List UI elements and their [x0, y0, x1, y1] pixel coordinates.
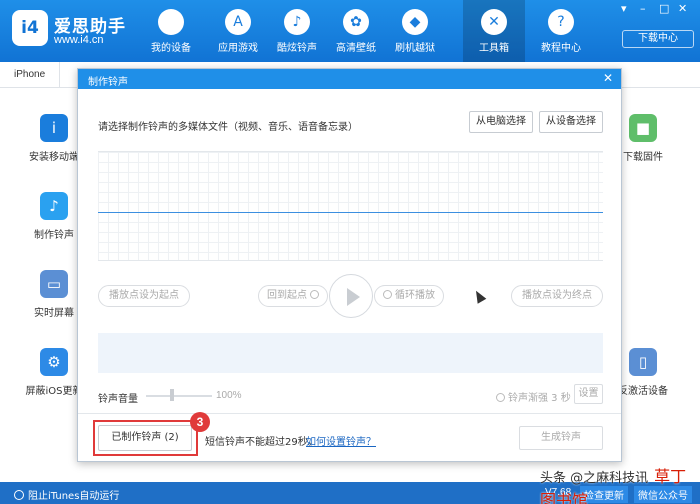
nav-my-device[interactable]: 我的设备 [140, 0, 202, 62]
menu-icon[interactable]: ▾ [621, 2, 627, 15]
file-info-panel [98, 333, 603, 373]
download-center-button[interactable]: 下载中心 [622, 30, 694, 48]
nav-apps-games[interactable]: A 应用游戏 [207, 0, 269, 62]
tool-label: 制作铃声 [34, 230, 74, 241]
apple-icon [158, 9, 184, 35]
tutorial-icon: ? [548, 9, 574, 35]
tool-label: 安装移动端 [29, 152, 79, 163]
i4-logo: i4 [12, 10, 48, 46]
nav-tutorials[interactable]: ? 教程中心 [530, 0, 592, 62]
tablet-icon: ▯ [629, 348, 657, 376]
gear-icon: ⚙ [40, 348, 68, 376]
set-end-point-button[interactable]: 播放点设为终点 [511, 285, 603, 307]
flower-icon: ✿ [343, 9, 369, 35]
watermark-left: 头条 @之麻科技讯 [540, 471, 649, 486]
close-icon[interactable]: ✕ [601, 71, 615, 85]
play-button[interactable] [329, 274, 373, 318]
sms-length-note: 短信铃声不能超过29秒。 [205, 437, 318, 448]
play-icon [347, 288, 360, 306]
tab-iphone[interactable]: iPhone [0, 62, 61, 88]
app-store-icon: A [225, 9, 251, 35]
bell-icon: ♪ [40, 192, 68, 220]
watermark: 头条 @之麻科技讯 草丁图书馆 [540, 463, 700, 504]
dialog-title: 制作铃声 [88, 77, 128, 88]
tool-label: 反激活设备 [618, 386, 668, 397]
nav-label: 教程中心 [541, 43, 581, 54]
loop-play-toggle[interactable]: 循环播放 [374, 285, 444, 307]
minimize-icon[interactable]: – [640, 2, 646, 15]
waveform-area[interactable] [98, 151, 603, 261]
nav-label: 工具箱 [479, 43, 509, 54]
make-ringtone-dialog: 制作铃声 ✕ 请选择制作铃声的多媒体文件（视频、音乐、语音备忘录） 从电脑选择 … [77, 68, 622, 462]
generate-ringtone-button[interactable]: 生成铃声 [519, 426, 603, 450]
fade-in-option[interactable]: 铃声渐强 3 秒 [496, 389, 571, 404]
close-icon[interactable]: ✕ [678, 2, 687, 15]
volume-slider-thumb[interactable] [170, 389, 174, 401]
back-to-start-button[interactable]: 回到起点 [258, 285, 328, 307]
tool-label: 实时屏幕 [34, 308, 74, 319]
bell-icon: ♪ [284, 9, 310, 35]
volume-label: 铃声音量 [98, 394, 138, 405]
nav-ringtones[interactable]: ♪ 酷炫铃声 [266, 0, 328, 62]
fade-in-label: 铃声渐强 3 秒 [508, 393, 571, 404]
highlight-annotation [93, 420, 198, 456]
top-bar: i4 爱思助手 www.i4.cn 我的设备 A 应用游戏 ♪ 酷炫铃声 ✿ 高… [0, 0, 700, 62]
tool-label: 下载固件 [623, 152, 663, 163]
maximize-icon[interactable]: □ [659, 2, 669, 15]
nav-toolbox[interactable]: ✕ 工具箱 [463, 0, 525, 62]
fade-in-checkbox[interactable] [496, 393, 505, 402]
how-to-set-ringtone-link[interactable]: 如何设置铃声？ [306, 433, 376, 448]
cube-icon: ■ [629, 114, 657, 142]
tools-icon: ✕ [481, 9, 507, 35]
nav-label: 应用游戏 [218, 43, 258, 54]
brand-url: www.i4.cn [54, 34, 104, 46]
monitor-icon: ▭ [40, 270, 68, 298]
step-badge: 3 [190, 412, 210, 432]
nav-flash-jailbreak[interactable]: ◆ 刷机越狱 [384, 0, 446, 62]
rewind-icon [310, 290, 319, 299]
nav-label: 我的设备 [151, 43, 191, 54]
volume-percent: 100% [216, 390, 242, 401]
waveform-baseline [98, 212, 603, 213]
loop-play-label: 循环播放 [395, 290, 435, 301]
tool-label: 屏蔽iOS更新 [25, 386, 83, 397]
nav-label: 高清壁纸 [336, 43, 376, 54]
nav-label: 酷炫铃声 [277, 43, 317, 54]
fade-settings-button[interactable]: 设置 [574, 384, 603, 404]
nav-wallpapers[interactable]: ✿ 高清壁纸 [325, 0, 387, 62]
block-icon [14, 490, 24, 500]
block-itunes-label: 阻止iTunes自动运行 [28, 491, 120, 502]
block-itunes-option[interactable]: 阻止iTunes自动运行 [14, 487, 119, 502]
volume-slider-track[interactable] [146, 395, 212, 397]
check-icon [383, 290, 392, 299]
select-from-pc-button[interactable]: 从电脑选择 [469, 111, 533, 133]
back-to-start-label: 回到起点 [267, 290, 307, 301]
dialog-header: 制作铃声 ✕ [78, 69, 621, 89]
set-start-point-button[interactable]: 播放点设为起点 [98, 285, 190, 307]
footer-divider [78, 413, 621, 414]
dropbox-icon: ◆ [402, 9, 428, 35]
nav-label: 刷机越狱 [395, 43, 435, 54]
i4-app-icon: i [40, 114, 68, 142]
select-from-device-button[interactable]: 从设备选择 [539, 111, 603, 133]
select-file-prompt: 请选择制作铃声的多媒体文件（视频、音乐、语音备忘录） [98, 122, 358, 133]
mouse-cursor-icon [471, 288, 487, 304]
